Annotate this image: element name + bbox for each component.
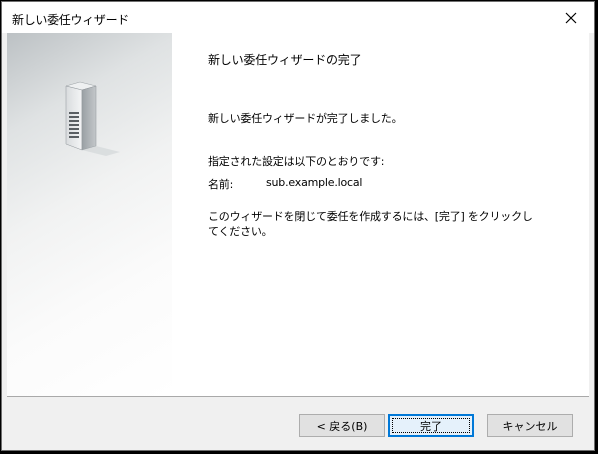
close-button[interactable] xyxy=(548,2,594,33)
window-title: 新しい委任ウィザード xyxy=(12,13,130,27)
finish-button[interactable]: 完了 xyxy=(388,414,474,437)
wizard-side-panel xyxy=(7,33,172,396)
back-button-label: < 戻る(B) xyxy=(316,419,368,433)
page-title: 新しい委任ウィザードの完了 xyxy=(208,53,362,67)
close-icon xyxy=(565,12,577,23)
server-icon xyxy=(65,81,120,156)
instruction-text: このウィザードを閉じて委任を作成するには、[完了] をクリックしてください。 xyxy=(208,210,533,238)
title-bar: 新しい委任ウィザード xyxy=(2,2,594,33)
cancel-button[interactable]: キャンセル xyxy=(487,414,573,437)
back-button[interactable]: < 戻る(B) xyxy=(299,414,385,437)
completed-message: 新しい委任ウィザードが完了しました。 xyxy=(208,112,403,125)
footer-divider xyxy=(7,396,589,397)
wizard-content-panel: 新しい委任ウィザードの完了 新しい委任ウィザードが完了しました。 指定された設定… xyxy=(172,33,589,396)
cancel-button-label: キャンセル xyxy=(502,419,558,433)
settings-intro: 指定された設定は以下のとおりです: xyxy=(208,155,385,168)
name-value: sub.example.local xyxy=(266,176,363,189)
wizard-dialog: 新しい委任ウィザード 新しい委任ウィザードの完了 新しい委任ウィザードが完了しま… xyxy=(1,1,595,451)
focus-ring xyxy=(392,418,470,433)
name-label: 名前: xyxy=(208,178,234,191)
